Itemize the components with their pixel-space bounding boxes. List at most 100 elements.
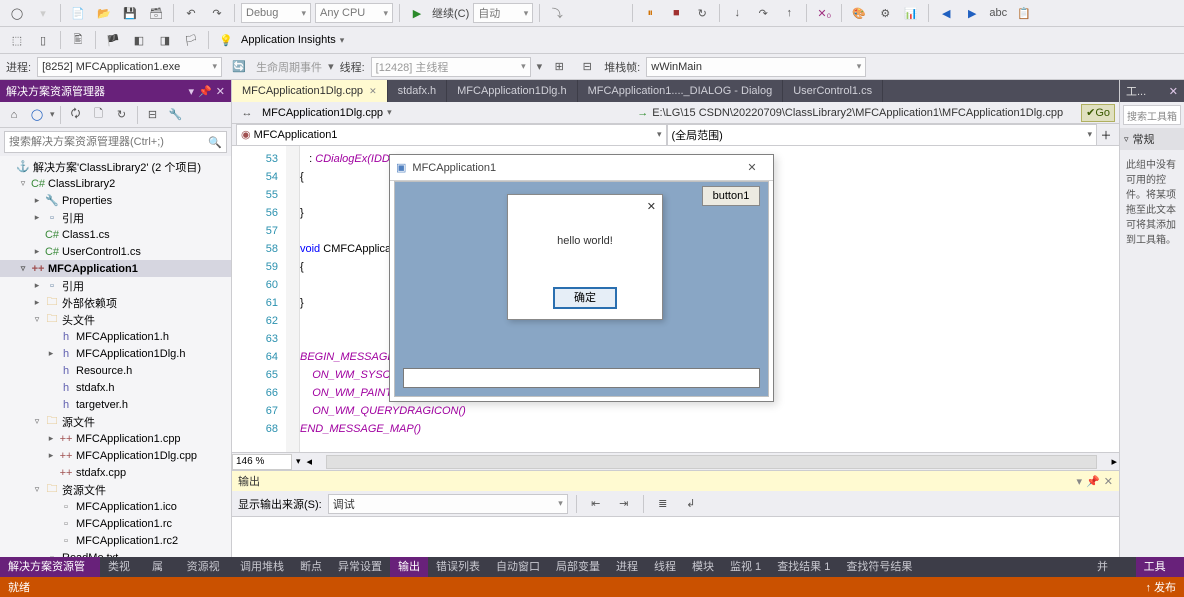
tree-item[interactable]: htargetver.h	[0, 396, 231, 413]
tree-root[interactable]: ⚓ 解决方案'ClassLibrary2' (2 个项目)	[0, 158, 231, 175]
insights-icon[interactable]: 💡	[215, 29, 237, 51]
redo-icon[interactable]: ↷	[206, 2, 228, 24]
doc-tab[interactable]: stdafx.h	[388, 80, 448, 102]
msgbox-close-icon[interactable]: ✕	[647, 200, 656, 213]
sync-icon[interactable]: 🗘	[66, 105, 86, 125]
doc-tab[interactable]: UserControl1.cs	[783, 80, 883, 102]
msgbox-ok-button[interactable]: 确定	[553, 287, 617, 309]
t2c-icon[interactable]: ⊟	[576, 56, 598, 78]
window-tab[interactable]: 调用堆栈	[232, 557, 292, 577]
sln-search-input[interactable]	[9, 136, 208, 148]
solution-explorer-header[interactable]: 解决方案资源管理器 ▾ 📌 ✕	[0, 80, 231, 102]
window-tab[interactable]: 类视图	[100, 557, 144, 577]
tree-item[interactable]: ▸++MFCApplication1.cpp	[0, 430, 231, 447]
sln-back-icon[interactable]: ◯	[27, 105, 47, 125]
stepinto-icon[interactable]: ↓	[726, 2, 748, 24]
doc-tab[interactable]: MFCApplication1...._DIALOG - Dialog	[578, 80, 784, 102]
tree-item[interactable]: C#Class1.cs	[0, 226, 231, 243]
refresh-icon[interactable]: ↻	[112, 105, 132, 125]
tree-item[interactable]: ++stdafx.cpp	[0, 464, 231, 481]
window-tab[interactable]: 并行...	[1089, 557, 1136, 577]
tool7-icon[interactable]: 📋	[1013, 2, 1035, 24]
out-wrap-icon[interactable]: ↲	[680, 493, 702, 515]
tool3-icon[interactable]: 📊	[900, 2, 922, 24]
tree-item[interactable]: hMFCApplication1.h	[0, 328, 231, 345]
h-scrollbar[interactable]	[326, 455, 1097, 469]
x-icon[interactable]: ✕₀	[813, 2, 835, 24]
tree-item[interactable]: ▸🔧Properties	[0, 192, 231, 209]
stepover-icon[interactable]: ↷	[752, 2, 774, 24]
doc-tab[interactable]: MFCApplication1Dlg.cpp✕	[232, 80, 388, 102]
go-button[interactable]: ✔Go	[1081, 104, 1115, 122]
window-tab[interactable]: 模块	[684, 557, 722, 577]
undo-icon[interactable]: ↶	[180, 2, 202, 24]
out-clear-icon[interactable]: ≣	[652, 493, 674, 515]
window-tab[interactable]: 错误列表	[428, 557, 488, 577]
out-t2-icon[interactable]: ⇥	[613, 493, 635, 515]
process-combo[interactable]: [8252] MFCApplication1.exe	[37, 57, 222, 77]
zoom-icon[interactable]: ▾	[292, 456, 305, 467]
t2-3-icon[interactable]: 🖺	[67, 29, 89, 51]
navfwd-icon[interactable]: ▶	[961, 2, 983, 24]
window-tab[interactable]: 局部变量	[548, 557, 608, 577]
bc-path[interactable]: E:\LG\15 CSDN\20220709\ClassLibrary2\MFC…	[652, 107, 1063, 119]
platform-combo[interactable]: Any CPU	[315, 3, 393, 23]
output-header[interactable]: 输出 ▾ 📌 ✕	[232, 471, 1119, 491]
tree-item[interactable]: hstdafx.h	[0, 379, 231, 396]
showall-icon[interactable]: 🗋	[89, 105, 109, 125]
tree-item[interactable]: ▿🗀资源文件	[0, 481, 231, 498]
tool6-icon[interactable]: abc	[987, 2, 1009, 24]
out-menu-icon[interactable]: ▾	[1077, 475, 1083, 488]
tool2-icon[interactable]: ⚙	[874, 2, 896, 24]
window-tab[interactable]: 自动窗口	[488, 557, 548, 577]
out-pin-icon[interactable]: 📌	[1086, 475, 1100, 488]
tree-item[interactable]: ▿++MFCApplication1	[0, 260, 231, 277]
mfc-edit[interactable]	[403, 368, 760, 388]
tool1-icon[interactable]: 🎨	[848, 2, 870, 24]
tree-item[interactable]: ▫MFCApplication1.rc2	[0, 532, 231, 549]
lifecycle-icon[interactable]: 🔄	[228, 56, 250, 78]
new-icon[interactable]: 📄	[67, 2, 89, 24]
mfc-button1[interactable]: button1	[702, 186, 760, 206]
mfc-titlebar[interactable]: ▣ MFCApplication1 ✕	[390, 155, 773, 181]
tree-item[interactable]: ▿🗀源文件	[0, 413, 231, 430]
output-body[interactable]	[232, 517, 1119, 557]
out-t1-icon[interactable]: ⇤	[585, 493, 607, 515]
frame-combo[interactable]: wWinMain	[646, 57, 866, 77]
t2-2-icon[interactable]: ▯	[32, 29, 54, 51]
output-src-combo[interactable]: 调试	[328, 494, 568, 514]
tree-item[interactable]: ▫ReadMe.txt	[0, 549, 231, 557]
saveall-icon[interactable]: 🗃	[145, 2, 167, 24]
tree-item[interactable]: ▸▫引用	[0, 209, 231, 226]
continue-icon[interactable]: ▶	[406, 2, 428, 24]
t2-7-icon[interactable]: 🏳	[180, 29, 202, 51]
t2-1-icon[interactable]: ⬚	[6, 29, 28, 51]
panel-menu-icon[interactable]: ▾	[189, 85, 195, 98]
stop-icon[interactable]: ■	[665, 2, 687, 24]
t2-5-icon[interactable]: ◧	[128, 29, 150, 51]
insights-label[interactable]: Application Insights	[241, 34, 336, 46]
window-tab[interactable]: 资源视图	[179, 557, 232, 577]
navback-icon[interactable]: ◀	[935, 2, 957, 24]
tree-item[interactable]: ▸▫引用	[0, 277, 231, 294]
window-tab[interactable]: 属性	[144, 557, 179, 577]
collapse-icon[interactable]: ⊟	[143, 105, 163, 125]
window-tab[interactable]: 工具箱	[1136, 557, 1184, 577]
out-close-icon[interactable]: ✕	[1104, 475, 1113, 488]
tree-item[interactable]: ▸C#UserControl1.cs	[0, 243, 231, 260]
restart-icon[interactable]: ↻	[691, 2, 713, 24]
mode-combo[interactable]: 自动	[473, 3, 533, 23]
t2b-icon[interactable]: ⊞	[548, 56, 570, 78]
bc-file[interactable]: MFCApplication1Dlg.cpp	[262, 107, 383, 119]
window-tab[interactable]: 线程	[646, 557, 684, 577]
scope-left[interactable]: ◉ MFCApplication1	[236, 124, 667, 146]
bc-nav-icon[interactable]: ↔	[236, 102, 258, 124]
props-icon[interactable]: 🔧	[166, 105, 186, 125]
tree-item[interactable]: ▫MFCApplication1.ico	[0, 498, 231, 515]
publish-button[interactable]: ↑ 发布	[1145, 579, 1176, 595]
open-icon[interactable]: 📂	[93, 2, 115, 24]
t2-6-icon[interactable]: ◨	[154, 29, 176, 51]
window-tab[interactable]: 监视 1	[722, 557, 769, 577]
mfc-close-icon[interactable]: ✕	[737, 161, 767, 174]
window-tab[interactable]: 异常设置	[330, 557, 390, 577]
